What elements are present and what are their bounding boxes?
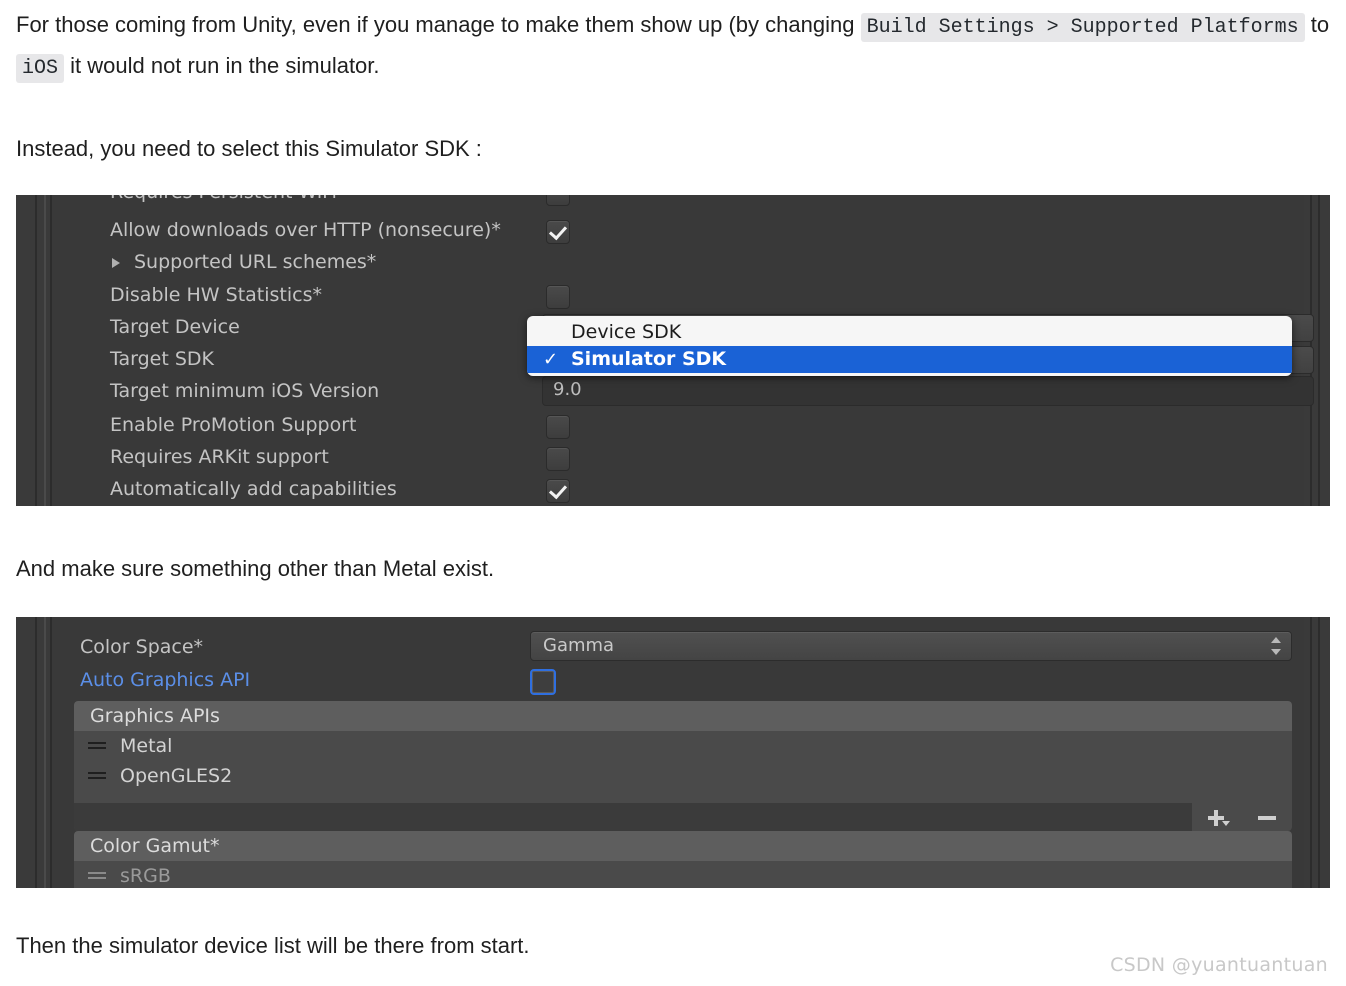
chevron-updown-icon bbox=[1271, 636, 1281, 656]
row-label: Auto Graphics API bbox=[80, 669, 251, 691]
panel-left-edge bbox=[16, 617, 52, 888]
row-enable-promotion-support[interactable]: Enable ProMotion Support bbox=[52, 410, 1304, 442]
row-label: Enable ProMotion Support bbox=[110, 414, 357, 436]
inline-code-ios: iOS bbox=[16, 54, 65, 83]
unity-graphics-settings-screenshot: Color Space* Gamma Auto Graphics API Gra… bbox=[16, 617, 1330, 888]
dropdown-color-space[interactable]: Gamma bbox=[530, 631, 1292, 661]
row-label: Allow downloads over HTTP (nonsecure)* bbox=[110, 219, 501, 241]
row-disable-hw-statistics[interactable]: Disable HW Statistics* bbox=[52, 280, 1304, 312]
menu-item-label: Simulator SDK bbox=[571, 348, 727, 370]
list-footer-toolbar bbox=[74, 803, 1292, 831]
list-item-label: OpenGLES2 bbox=[120, 765, 233, 787]
edge-line bbox=[1318, 617, 1320, 888]
checkbox-automatically-add-capabilities[interactable] bbox=[546, 479, 570, 503]
menu-item-device-sdk[interactable]: Device SDK bbox=[527, 319, 1292, 346]
minus-icon bbox=[1258, 816, 1276, 820]
row-label: Requires Persistent WiFi bbox=[110, 195, 337, 203]
edge-line bbox=[44, 617, 46, 888]
chevron-down-icon bbox=[1222, 821, 1230, 826]
list-item-label: sRGB bbox=[120, 865, 171, 887]
paragraph-intro-text-2: to bbox=[1304, 12, 1330, 37]
panel-left-edge bbox=[16, 195, 52, 506]
list-color-gamut[interactable]: Color Gamut* sRGB bbox=[74, 831, 1292, 888]
row-requires-persistent-wifi[interactable]: Requires Persistent WiFi bbox=[52, 195, 1304, 209]
paragraph-select-simulator-sdk: Instead, you need to select this Simulat… bbox=[16, 136, 482, 161]
edge-line bbox=[1318, 195, 1320, 506]
paragraph-intro-text-3: it would not run in the simulator. bbox=[64, 53, 380, 78]
checkbox-auto-graphics-api[interactable] bbox=[530, 669, 556, 695]
edge-line bbox=[35, 195, 37, 506]
edge-line bbox=[44, 195, 46, 506]
menu-item-label: Device SDK bbox=[571, 321, 682, 343]
list-graphics-apis[interactable]: Graphics APIs Metal OpenGLES2 bbox=[74, 701, 1292, 831]
checkbox-requires-arkit-support[interactable] bbox=[546, 447, 570, 471]
checkbox-enable-promotion-support[interactable] bbox=[546, 415, 570, 439]
row-label: Color Space* bbox=[80, 636, 204, 658]
edge-line bbox=[1310, 617, 1312, 888]
checkbox-disable-hw-statistics[interactable] bbox=[546, 285, 570, 309]
csdn-watermark: CSDN @yuantuantuan bbox=[1110, 954, 1328, 976]
list-header-color-gamut: Color Gamut* bbox=[74, 831, 1292, 861]
row-requires-arkit-support[interactable]: Requires ARKit support bbox=[52, 442, 1304, 474]
paragraph-intro: For those coming from Unity, even if you… bbox=[0, 6, 1346, 88]
graphics-settings-body: Color Space* Gamma Auto Graphics API Gra… bbox=[52, 617, 1304, 888]
row-label: Target SDK bbox=[110, 348, 214, 370]
checkbox-requires-persistent-wifi[interactable] bbox=[546, 195, 570, 206]
list-item-label: Metal bbox=[120, 735, 173, 757]
row-automatically-add-capabilities[interactable]: Automatically add capabilities bbox=[52, 474, 1304, 506]
paragraph-intro-text-1: For those coming from Unity, even if you… bbox=[16, 12, 861, 37]
input-value: 9.0 bbox=[553, 379, 582, 400]
row-supported-url-schemes[interactable]: Supported URL schemes* bbox=[52, 247, 1304, 279]
list-buttons bbox=[1192, 803, 1292, 831]
inline-code-build-settings: Build Settings > Supported Platforms bbox=[860, 13, 1305, 42]
row-label: Requires ARKit support bbox=[110, 446, 329, 468]
menu-item-simulator-sdk[interactable]: ✓ Simulator SDK bbox=[527, 346, 1292, 373]
add-graphics-api-button[interactable] bbox=[1192, 803, 1242, 831]
row-allow-downloads-over-http[interactable]: Allow downloads over HTTP (nonsecure)* bbox=[52, 215, 1304, 247]
row-label: Disable HW Statistics* bbox=[110, 284, 322, 306]
paragraph-closing: Then the simulator device list will be t… bbox=[16, 933, 530, 958]
row-label: Target Device bbox=[110, 316, 240, 338]
checkbox-allow-downloads-over-http[interactable] bbox=[546, 220, 570, 244]
row-label: Target minimum iOS Version bbox=[110, 380, 380, 402]
chevron-right-icon[interactable] bbox=[112, 258, 120, 268]
list-item[interactable]: OpenGLES2 bbox=[74, 761, 1292, 791]
input-target-minimum-ios-version[interactable]: 9.0 bbox=[542, 376, 1314, 406]
paragraph-metal-note: And make sure something other than Metal… bbox=[16, 556, 495, 581]
list-content: sRGB bbox=[74, 861, 1292, 888]
row-label: Supported URL schemes* bbox=[134, 251, 377, 273]
list-item[interactable]: Metal bbox=[74, 731, 1292, 761]
target-sdk-dropdown-menu[interactable]: Device SDK ✓ Simulator SDK bbox=[527, 316, 1292, 376]
list-content: Metal OpenGLES2 bbox=[74, 731, 1292, 803]
remove-graphics-api-button[interactable] bbox=[1242, 803, 1292, 831]
drag-handle-icon[interactable] bbox=[88, 772, 106, 780]
list-item[interactable]: sRGB bbox=[74, 861, 1292, 888]
dropdown-value: Gamma bbox=[543, 635, 615, 656]
checkmark-icon: ✓ bbox=[543, 349, 559, 370]
edge-line bbox=[35, 617, 37, 888]
drag-handle-icon[interactable] bbox=[88, 872, 106, 880]
list-header-graphics-apis: Graphics APIs bbox=[74, 701, 1292, 731]
row-target-minimum-ios-version[interactable]: Target minimum iOS Version 9.0 bbox=[52, 376, 1314, 408]
drag-handle-icon[interactable] bbox=[88, 742, 106, 750]
row-label: Automatically add capabilities bbox=[110, 478, 397, 500]
panel-right-edge bbox=[1304, 617, 1330, 888]
